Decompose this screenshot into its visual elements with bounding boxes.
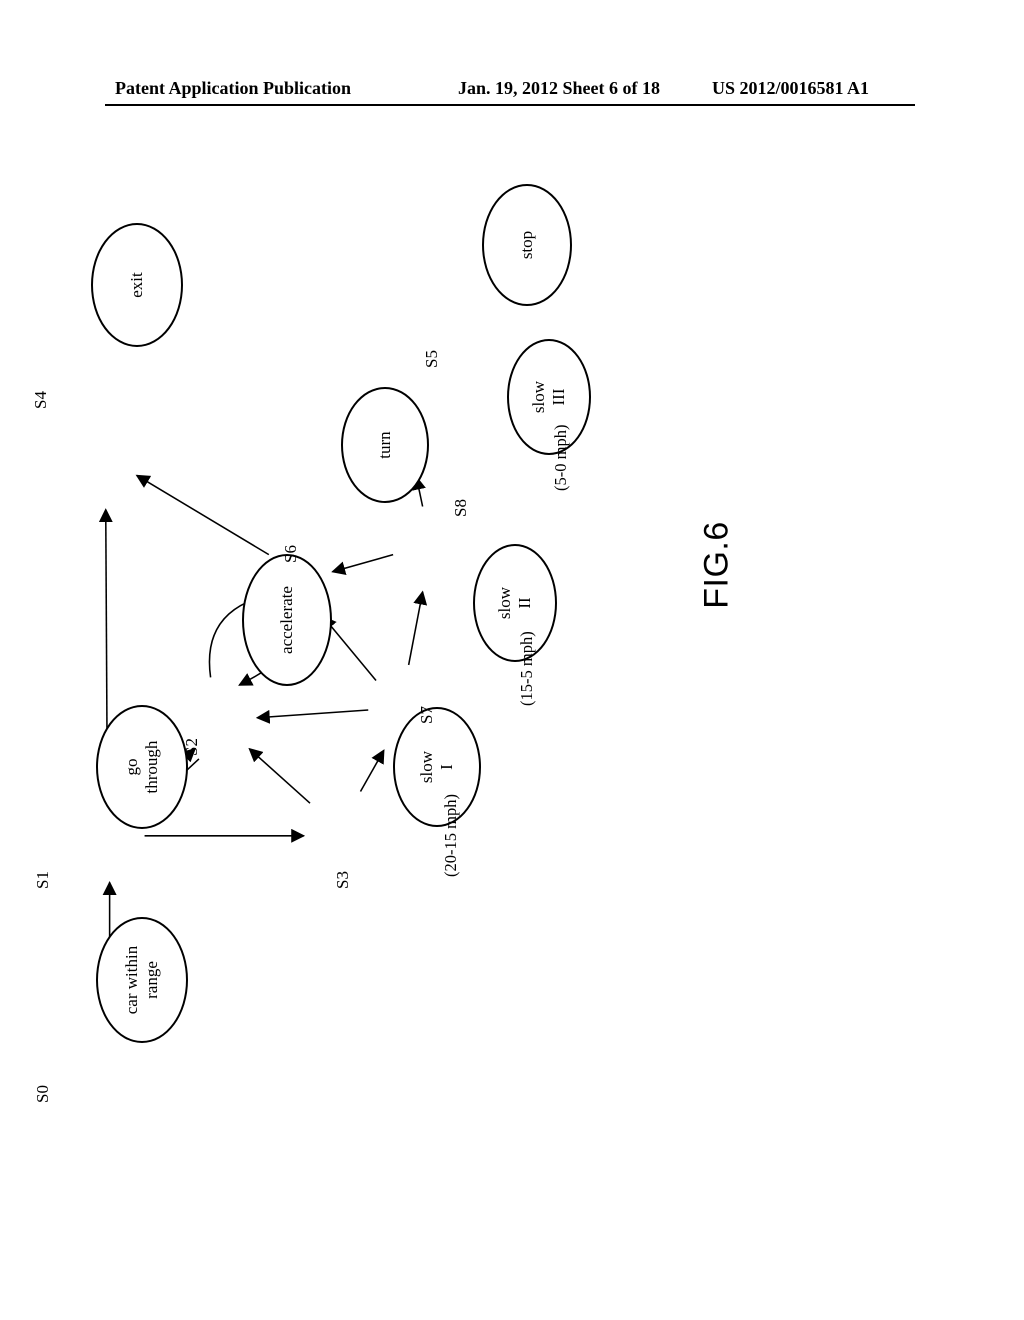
node-s7-id: S7 (417, 706, 437, 724)
node-s3-sub: (20-15 mph) (441, 794, 461, 877)
edge-s7-s8 (409, 592, 423, 665)
page: Patent Application Publication Jan. 19, … (0, 0, 1024, 1320)
node-s6-text1: turn (375, 431, 395, 458)
node-s3-id: S3 (333, 871, 353, 889)
node-s2-id: S2 (182, 738, 202, 756)
node-s3-text1: slow (417, 751, 437, 783)
header-center: Jan. 19, 2012 Sheet 6 of 18 (458, 78, 660, 99)
header-rule (105, 104, 915, 106)
node-s5-id: S5 (422, 350, 442, 368)
node-s5: S5 stop (482, 184, 572, 306)
node-s0-text1: car within (122, 946, 142, 1014)
edge-s7-s2 (257, 710, 368, 718)
node-s7-sub: (15-5 mph) (517, 631, 537, 706)
node-s0-text2: range (142, 961, 162, 999)
node-s2-text1: accelerate (277, 586, 297, 654)
node-s3: S3 slow I (20-15 mph) (393, 707, 481, 827)
node-s8-id: S8 (451, 499, 471, 517)
node-s1: S1 go through (96, 705, 188, 829)
node-s6: S6 turn (341, 387, 429, 503)
node-s7-text2: II (515, 597, 535, 608)
node-s5-text1: stop (517, 231, 537, 259)
node-s6-id: S6 (281, 545, 301, 563)
node-s0: S0 car within range (96, 917, 188, 1043)
edge-s3-s7 (360, 750, 383, 791)
node-s8-text2: III (549, 389, 569, 406)
node-s7: S7 slow II (15-5 mph) (473, 544, 557, 662)
node-s1-text2: through (142, 741, 162, 794)
node-s8-sub: (5-0 mph) (551, 425, 571, 491)
node-s3-text2: I (437, 764, 457, 770)
node-s0-id: S0 (33, 1085, 53, 1103)
node-s8: S8 slow III (5-0 mph) (507, 339, 591, 455)
edge-s3-s2 (249, 749, 310, 803)
node-s4: S4 exit (91, 223, 183, 347)
node-s7-text1: slow (495, 587, 515, 619)
edge-s6-s4 (137, 475, 269, 554)
edge-s8-s6 (333, 555, 394, 572)
node-s1-id: S1 (33, 871, 53, 889)
node-s4-id: S4 (31, 391, 51, 409)
header-right: US 2012/0016581 A1 (712, 78, 869, 99)
header-left: Patent Application Publication (115, 78, 351, 99)
node-s2: S2 accelerate (242, 554, 332, 686)
node-s1-text1: go (122, 759, 142, 776)
state-diagram: S0 car within range S1 go through S2 acc… (0, 275, 1024, 1075)
node-s8-text1: slow (529, 381, 549, 413)
figure-caption: FIG.6 (698, 521, 737, 609)
node-s4-text1: exit (127, 272, 147, 298)
